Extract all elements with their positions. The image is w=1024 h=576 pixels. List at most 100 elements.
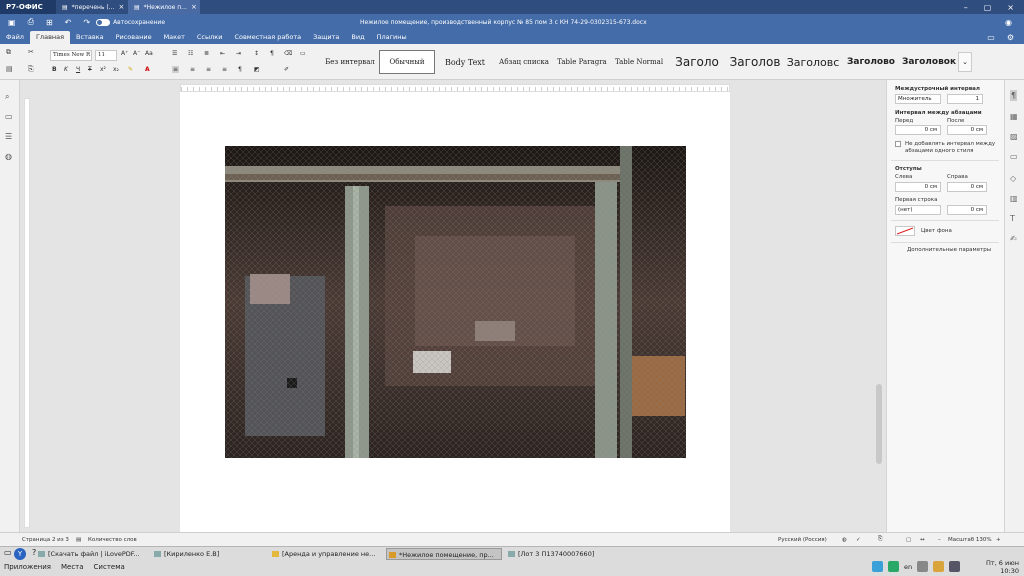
show-marks-icon[interactable]: ¶ bbox=[270, 50, 274, 57]
advanced-settings-link[interactable]: Дополнительные параметры bbox=[907, 247, 991, 253]
copy-icon[interactable]: ⧉ bbox=[6, 48, 11, 57]
menu-collaboration[interactable]: Совместная работа bbox=[228, 31, 307, 44]
superscript-icon[interactable]: x² bbox=[100, 66, 106, 73]
system-menu-item[interactable]: Система bbox=[94, 563, 125, 571]
menu-protection[interactable]: Защита bbox=[307, 31, 345, 44]
style-heading-1[interactable]: Заголо bbox=[669, 50, 725, 74]
style-heading-3[interactable]: Заголовс bbox=[785, 50, 841, 74]
font-name-select[interactable]: Times New R bbox=[50, 50, 92, 61]
menu-references[interactable]: Ссылки bbox=[191, 31, 229, 44]
before-input[interactable]: 0 см bbox=[895, 125, 941, 135]
maximize-icon[interactable]: ▢ bbox=[984, 3, 992, 12]
globe-icon[interactable]: ◍ bbox=[842, 537, 847, 543]
cut-icon[interactable]: ✂ bbox=[28, 48, 34, 56]
style-list-paragraph[interactable]: Абзац списка bbox=[495, 50, 553, 74]
font-color-icon[interactable]: A bbox=[145, 66, 150, 73]
chart-settings-icon[interactable]: ▥ bbox=[1010, 194, 1018, 203]
style-no-spacing[interactable]: Без интервал bbox=[322, 50, 378, 74]
redo-icon[interactable]: ↷ bbox=[83, 18, 90, 27]
decrease-indent-icon[interactable]: ⇤ bbox=[220, 50, 225, 57]
shape-settings-icon[interactable]: ◇ bbox=[1010, 174, 1016, 183]
track-changes-icon[interactable]: ⎘ bbox=[878, 536, 882, 543]
menu-draw[interactable]: Рисование bbox=[110, 31, 158, 44]
horizontal-ruler[interactable] bbox=[180, 84, 730, 92]
word-count-button[interactable]: Количество слов bbox=[88, 537, 137, 543]
style-heading-4[interactable]: Заголово bbox=[843, 50, 899, 74]
messenger-icon[interactable] bbox=[888, 561, 899, 572]
line-spacing-mode-select[interactable]: Множитель bbox=[895, 94, 941, 104]
style-normal[interactable]: Обычный bbox=[379, 50, 435, 74]
browser-icon[interactable]: Y bbox=[14, 548, 26, 560]
paragraph-marks-icon[interactable]: ¶ bbox=[238, 66, 242, 73]
network-icon[interactable] bbox=[917, 561, 929, 572]
zoom-out-icon[interactable]: – bbox=[938, 537, 941, 543]
files-icon[interactable] bbox=[933, 561, 945, 572]
navigation-icon[interactable]: ☰ bbox=[5, 132, 12, 141]
autosave-toggle[interactable]: Автосохранение bbox=[96, 18, 165, 26]
paragraph-settings-icon[interactable]: ¶ bbox=[1010, 90, 1018, 101]
menu-view[interactable]: Вид bbox=[345, 31, 370, 44]
no-interval-checkbox[interactable] bbox=[895, 141, 901, 147]
style-heading-2[interactable]: Заголов bbox=[727, 50, 783, 74]
subscript-icon[interactable]: x₂ bbox=[113, 66, 119, 73]
align-right-icon[interactable]: ≡ bbox=[206, 66, 211, 73]
print-icon[interactable]: ⎙ bbox=[28, 17, 34, 27]
minimize-icon[interactable]: – bbox=[964, 3, 968, 12]
close-window-icon[interactable]: × bbox=[1007, 3, 1014, 12]
vertical-ruler[interactable] bbox=[24, 98, 30, 528]
plugin-icon[interactable]: ◍ bbox=[5, 152, 12, 161]
after-input[interactable]: 0 см bbox=[947, 125, 987, 135]
bullets-icon[interactable]: ☰ bbox=[172, 50, 177, 57]
signature-icon[interactable]: ✍ bbox=[1010, 234, 1017, 243]
text-art-icon[interactable]: T bbox=[1010, 214, 1015, 223]
right-indent-input[interactable]: 0 см bbox=[947, 182, 987, 192]
keyboard-layout[interactable]: en bbox=[904, 563, 912, 571]
style-heading-5[interactable]: Заголовок bbox=[901, 50, 957, 74]
places-menu[interactable]: Места bbox=[61, 563, 84, 571]
italic-icon[interactable]: K bbox=[64, 66, 68, 73]
style-table-normal[interactable]: Table Normal bbox=[611, 50, 667, 74]
zoom-in-icon[interactable]: + bbox=[996, 537, 1001, 543]
quick-print-icon[interactable]: ⊞ bbox=[46, 18, 53, 27]
save-icon[interactable]: ▣ bbox=[8, 18, 16, 27]
background-color-picker[interactable] bbox=[895, 226, 915, 236]
decrease-font-icon[interactable]: A⁻ bbox=[133, 50, 140, 57]
show-desktop-icon[interactable]: ▭ bbox=[4, 548, 12, 557]
line-spacing-value-input[interactable]: 1 bbox=[947, 94, 983, 104]
inserted-photo[interactable] bbox=[225, 146, 686, 458]
user-icon[interactable]: ◉ bbox=[1005, 18, 1012, 27]
align-left-icon[interactable]: ≡ bbox=[172, 66, 180, 73]
task-kirilenko[interactable]: [Кириленко Е.В] bbox=[152, 548, 264, 560]
table-settings-icon[interactable]: ▦ bbox=[1010, 112, 1018, 121]
line-spacing-icon[interactable]: ↕ bbox=[254, 50, 259, 57]
copy-style-icon[interactable]: ▭ bbox=[300, 50, 306, 57]
settings-icon[interactable]: ⚙ bbox=[1007, 33, 1014, 42]
left-indent-input[interactable]: 0 см bbox=[895, 182, 941, 192]
style-table-paragraph[interactable]: Table Paragra bbox=[555, 50, 609, 74]
underline-icon[interactable]: Ч bbox=[76, 66, 80, 73]
task-nezhiloe[interactable]: *Нежилое помещение, пр... bbox=[386, 548, 502, 560]
tab-document-1[interactable]: ▤ *перечень (... × bbox=[56, 0, 128, 14]
language-select[interactable]: Русский (Россия) bbox=[778, 537, 827, 543]
shading-icon[interactable]: ◩ bbox=[254, 66, 260, 73]
task-ilovepdf[interactable]: [Скачать файл | iLovePDF... bbox=[36, 548, 148, 560]
image-settings-icon[interactable]: ▨ bbox=[1010, 132, 1018, 141]
close-icon[interactable]: × bbox=[118, 3, 124, 11]
header-footer-icon[interactable]: ▭ bbox=[1010, 152, 1018, 161]
fit-width-icon[interactable]: ↔ bbox=[920, 537, 925, 543]
search-icon[interactable]: ⌕ bbox=[5, 92, 9, 102]
first-line-value-input[interactable]: 0 см bbox=[947, 205, 987, 215]
highlight-icon[interactable]: ✎ bbox=[128, 66, 133, 73]
document-page[interactable] bbox=[180, 92, 730, 532]
close-icon[interactable]: × bbox=[191, 3, 197, 11]
task-arenda[interactable]: [Аренда и управление не... bbox=[270, 548, 382, 560]
font-size-select[interactable]: 11 bbox=[95, 50, 117, 61]
menu-file[interactable]: Файл bbox=[0, 31, 30, 44]
increase-font-icon[interactable]: A⁺ bbox=[121, 50, 128, 57]
word-count-icon[interactable]: ▤ bbox=[76, 537, 81, 543]
increase-indent-icon[interactable]: ⇥ bbox=[236, 50, 241, 57]
change-case-icon[interactable]: Aa bbox=[145, 50, 153, 57]
menu-home[interactable]: Главная bbox=[29, 31, 71, 44]
clock[interactable]: Пт, 6 июн 10:30 bbox=[986, 559, 1019, 575]
strikethrough-icon[interactable]: Ŧ bbox=[88, 66, 92, 73]
